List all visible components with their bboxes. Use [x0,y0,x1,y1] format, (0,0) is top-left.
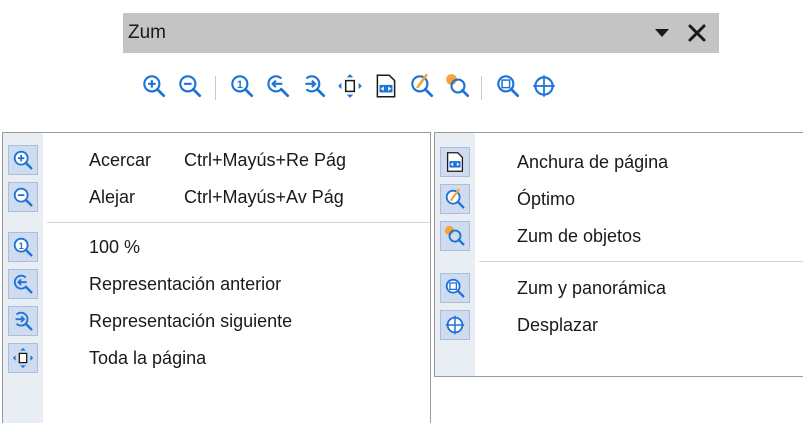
toolbar-separator [481,76,482,100]
zoom-toolbar: Zum 1 [120,10,722,122]
previous-view-icon[interactable] [264,72,294,102]
menu-separator [479,261,803,262]
menu-separator [47,222,430,223]
previous-view-icon [8,269,38,299]
menu-item-label: Toda la página [89,348,207,368]
page-width-icon[interactable] [372,72,402,102]
menu-item-page-width[interactable]: Anchura de página [435,144,803,181]
zoom-100-icon[interactable]: 1 [228,72,258,102]
menu-item-entire-page[interactable]: Toda la página [3,340,430,377]
shift-icon[interactable] [530,72,560,102]
zoom-in-icon [8,145,38,175]
menu-item-label: Desplazar [517,315,599,335]
toolbar-title-bar[interactable]: Zum [123,13,719,53]
menu-item-label: Acercar [89,150,152,170]
zoom-100-icon: 1 [8,232,38,262]
next-view-icon [8,306,38,336]
menu-item-optimal[interactable]: Óptimo [435,181,803,218]
menu-item-zoom-objects[interactable]: Zum de objetos [435,218,803,255]
shift-icon [440,310,470,340]
svg-text:1: 1 [237,79,243,91]
svg-text:1: 1 [19,241,24,251]
zoom-menu-left: Acercar Ctrl+Mayús+Re Pág Alejar Ctrl+Ma… [2,132,431,423]
menu-item-label: Óptimo [517,189,576,209]
toolbar-separator [215,76,216,100]
zoom-objects-icon [440,221,470,251]
menu-item-shortcut: Ctrl+Mayús+Re Pág [184,150,347,170]
optimal-icon[interactable] [408,72,438,102]
toolbar-icon-row: 1 [120,68,722,108]
zoom-out-icon [8,182,38,212]
zoom-in-icon[interactable] [140,72,170,102]
menu-item-label: Representación anterior [89,274,282,294]
entire-page-icon[interactable] [336,72,366,102]
toolbar-title: Zum [128,22,166,43]
menu-item-label: Anchura de página [517,152,669,172]
menu-item-next-view[interactable]: Representación siguiente [3,303,430,340]
next-view-icon[interactable] [300,72,330,102]
menu-item-label: Zum de objetos [517,226,642,246]
menu-item-label: Representación siguiente [89,311,293,331]
zoom-pan-icon[interactable] [494,72,524,102]
menu-item-shortcut: Ctrl+Mayús+Av Pág [184,187,344,207]
zoom-menu-right: Anchura de página Óptimo Zum de objetos … [434,132,803,377]
close-icon[interactable] [685,21,709,45]
entire-page-icon [8,343,38,373]
menu-item-zoom-in[interactable]: Acercar Ctrl+Mayús+Re Pág [3,142,430,179]
zoom-pan-icon [440,273,470,303]
menu-item-label: Alejar [89,187,136,207]
optimal-icon [440,184,470,214]
menu-item-shift[interactable]: Desplazar [435,307,803,344]
menu-item-zoom-out[interactable]: Alejar Ctrl+Mayús+Av Pág [3,179,430,216]
menu-item-label: Zum y panorámica [517,278,667,298]
menu-item-previous-view[interactable]: Representación anterior [3,266,430,303]
menu-item-zoom-pan[interactable]: Zum y panorámica [435,270,803,307]
zoom-objects-icon[interactable] [444,72,474,102]
menu-item-zoom-100[interactable]: 1 100 % [3,229,430,266]
dropdown-arrow-icon[interactable] [651,22,673,44]
zoom-out-icon[interactable] [176,72,206,102]
page-width-icon [440,147,470,177]
menu-item-label: 100 % [89,237,141,257]
